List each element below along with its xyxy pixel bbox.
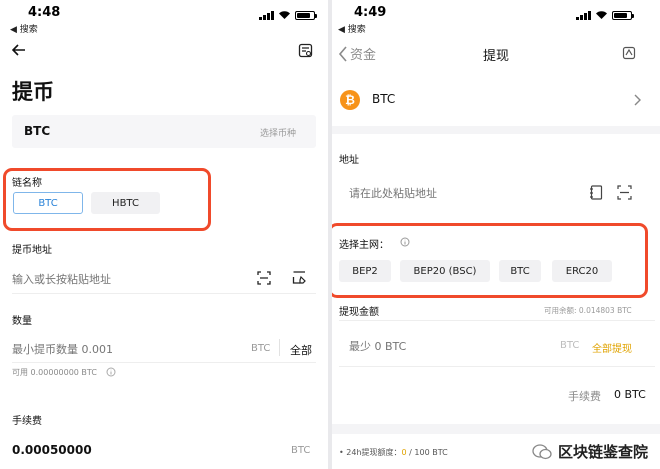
all-amount-button[interactable]: 全部 bbox=[290, 342, 312, 358]
chevron-right-icon bbox=[634, 94, 641, 106]
address-book-icon[interactable] bbox=[589, 185, 603, 200]
fee-label: 手续费 bbox=[568, 390, 601, 403]
divider bbox=[12, 362, 316, 363]
history-record-icon[interactable] bbox=[298, 43, 313, 58]
back-button[interactable]: 资金 bbox=[338, 44, 376, 63]
network-highlight-box bbox=[332, 223, 648, 298]
fee-value: 0.00050000 bbox=[12, 443, 92, 457]
coin-name: BTC bbox=[372, 92, 396, 106]
coin-row[interactable]: ₿ BTC bbox=[332, 74, 660, 126]
watermark-text: 区块链鉴查院 bbox=[557, 443, 648, 461]
fee-value: 0 BTC bbox=[614, 388, 646, 401]
wechat-watermark: 区块链鉴查院 bbox=[527, 439, 652, 464]
history-record-icon[interactable] bbox=[622, 46, 636, 60]
amount-input[interactable] bbox=[12, 341, 212, 357]
system-status-icons bbox=[576, 10, 634, 20]
available-balance: 可用 0.00000000 BTC bbox=[12, 368, 97, 377]
withdraw-all-button[interactable]: 全部提现 bbox=[592, 340, 632, 355]
status-back-search[interactable]: ◀ 搜索 bbox=[338, 22, 366, 35]
coin-selector[interactable]: BTC 选择币种 bbox=[12, 115, 316, 148]
scan-qr-icon[interactable] bbox=[257, 271, 271, 285]
page-title: 提币 bbox=[12, 80, 54, 104]
bitcoin-icon: ₿ bbox=[340, 90, 360, 110]
nav-title: 提现 bbox=[482, 49, 509, 64]
amount-unit: BTC bbox=[251, 343, 271, 354]
select-coin-label: 选择币种 bbox=[259, 129, 296, 139]
quota-rest: / 100 BTC bbox=[406, 448, 448, 457]
withdraw-unit: BTC bbox=[560, 340, 580, 351]
address-book-icon[interactable] bbox=[292, 270, 307, 285]
address-input[interactable] bbox=[12, 271, 240, 287]
fee-unit: BTC bbox=[291, 445, 311, 456]
battery-icon bbox=[295, 10, 317, 20]
address-input[interactable] bbox=[349, 185, 569, 201]
amount-label: 数量 bbox=[12, 316, 32, 327]
separator bbox=[279, 339, 280, 356]
quota-prefix: • 24h提现额度： bbox=[339, 448, 402, 457]
available-balance: 可用余额: 0.014803 BTC bbox=[544, 306, 632, 315]
system-status-icons bbox=[259, 10, 317, 20]
info-icon[interactable] bbox=[106, 367, 116, 377]
address-label: 提币地址 bbox=[12, 245, 52, 256]
chain-highlight-box bbox=[3, 168, 211, 231]
section-gap bbox=[332, 424, 660, 434]
divider bbox=[339, 320, 655, 321]
status-time: 4:49 bbox=[354, 5, 387, 20]
chevron-left-icon bbox=[338, 45, 347, 62]
withdraw-amount-label: 提现金额 bbox=[339, 307, 379, 318]
back-label: 资金 bbox=[350, 48, 377, 63]
signal-icon bbox=[259, 10, 274, 20]
divider bbox=[339, 366, 655, 367]
wechat-icon bbox=[532, 443, 552, 459]
signal-icon bbox=[576, 10, 591, 20]
right-withdraw-screen: 4:49 ◀ 搜索 资金 提现 ₿ BTC 地址 选择主网： BEP2 BEP2… bbox=[332, 0, 660, 469]
left-withdraw-screen: 4:48 ◀ 搜索 提币 BTC 选择币种 链名称 BTC HBTC 提币地址 … bbox=[0, 0, 328, 469]
status-back-search[interactable]: ◀ 搜索 bbox=[10, 22, 38, 35]
wifi-icon bbox=[279, 11, 290, 19]
battery-icon bbox=[612, 10, 634, 20]
back-arrow-icon[interactable] bbox=[12, 44, 26, 56]
section-gap bbox=[332, 126, 660, 134]
status-time: 4:48 bbox=[28, 5, 61, 20]
coin-name: BTC bbox=[24, 124, 51, 138]
fee-label: 手续费 bbox=[12, 416, 42, 427]
divider bbox=[12, 293, 316, 294]
address-label: 地址 bbox=[339, 155, 359, 166]
withdraw-amount-input[interactable] bbox=[349, 338, 509, 354]
scan-qr-icon[interactable] bbox=[617, 185, 632, 200]
wifi-icon bbox=[596, 11, 607, 19]
daily-quota: • 24h提现额度：0 / 100 BTC bbox=[339, 447, 448, 458]
